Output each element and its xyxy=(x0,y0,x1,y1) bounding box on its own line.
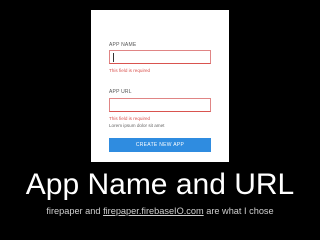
text-caret xyxy=(113,53,114,62)
create-app-form-screenshot: App Name This field is required App URL … xyxy=(91,10,229,162)
app-name-label: App Name xyxy=(109,42,137,48)
app-url-label: App URL xyxy=(109,89,132,95)
slide-subtitle: firepaper and firepaper.firebaseIO.com a… xyxy=(0,205,320,217)
firebase-url-link[interactable]: firepaper.firebaseIO.com xyxy=(103,206,204,216)
app-url-hint: Lorem ipsum dolor sit amet xyxy=(109,123,165,128)
app-name-error: This field is required xyxy=(109,68,151,73)
app-url-error: This field is required xyxy=(109,116,151,121)
app-url-input[interactable] xyxy=(109,98,211,112)
app-name-input[interactable] xyxy=(109,50,211,64)
subtitle-text-before: firepaper and xyxy=(46,206,104,216)
slide-title: App Name and URL xyxy=(25,168,295,201)
create-new-app-button[interactable]: Create New App xyxy=(109,138,211,152)
subtitle-text-after: are what I chose xyxy=(203,206,274,216)
